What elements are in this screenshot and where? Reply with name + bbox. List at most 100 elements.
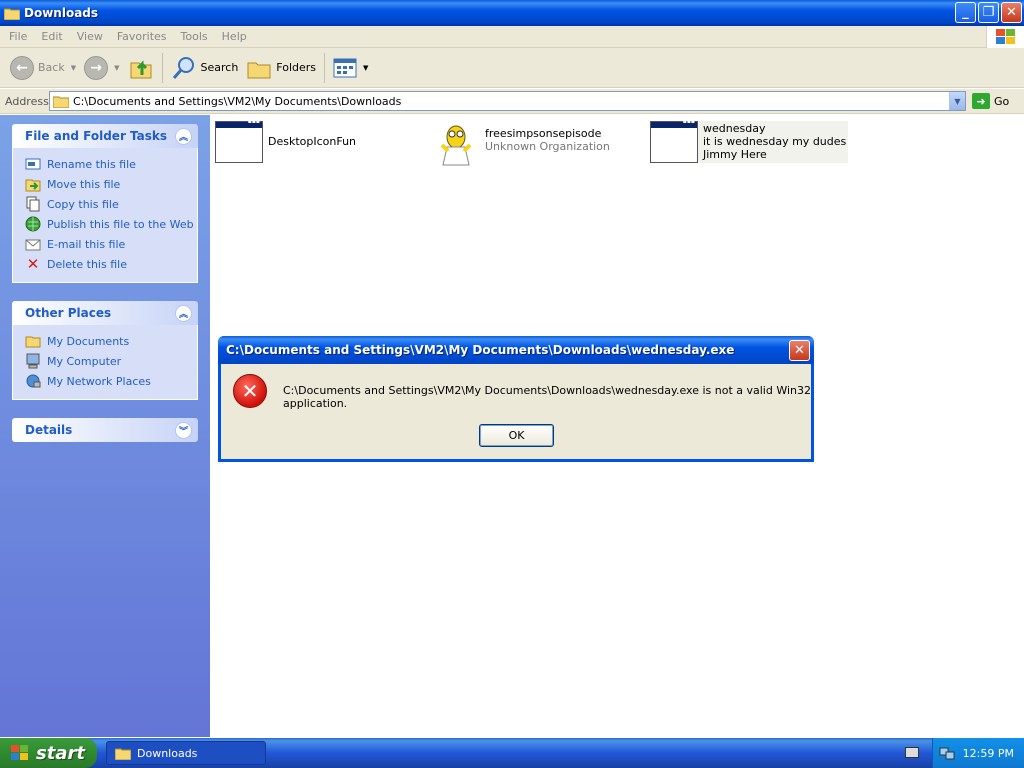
menu-favorites[interactable]: Favorites: [110, 30, 174, 43]
folder-icon: [4, 8, 20, 20]
menu-help[interactable]: Help: [215, 30, 254, 43]
place-my-network[interactable]: My Network Places: [25, 371, 197, 391]
window-title: Downloads: [24, 6, 99, 20]
copy-icon: [25, 196, 41, 212]
file-item[interactable]: freesimpsonsepisode Unknown Organization: [432, 123, 610, 167]
chevron-down-icon: ▼: [954, 96, 961, 106]
task-move[interactable]: Move this file: [25, 174, 197, 194]
task-delete[interactable]: ✕ Delete this file: [25, 254, 197, 274]
toolbar-separator: [161, 52, 163, 83]
task-email[interactable]: E-mail this file: [25, 234, 197, 254]
views-button[interactable]: ▼: [329, 51, 372, 85]
place-my-computer[interactable]: My Computer: [25, 351, 197, 371]
task-publish[interactable]: Publish this file to the Web: [25, 214, 197, 234]
other-places-panel: Other Places ︽ My Documents My Computer …: [12, 301, 198, 400]
panel-title: Details: [25, 423, 73, 437]
email-icon: [25, 236, 41, 252]
minimize-button[interactable]: _: [955, 2, 976, 23]
file-folder-tasks-header[interactable]: File and Folder Tasks ︽: [12, 124, 198, 148]
task-label: E-mail this file: [47, 237, 126, 251]
forward-button[interactable]: → ▼: [80, 51, 123, 85]
address-field[interactable]: C:\Documents and Settings\VM2\My Documen…: [49, 91, 966, 111]
keyboard-icon[interactable]: [905, 747, 919, 758]
minimize-icon: _: [962, 5, 969, 20]
dialog-message: C:\Documents and Settings\VM2\My Documen…: [283, 384, 811, 410]
folders-button[interactable]: Folders: [242, 51, 320, 85]
globe-icon: [25, 216, 41, 232]
dialog-close-button[interactable]: ✕: [789, 339, 810, 361]
close-button[interactable]: ✕: [1001, 2, 1022, 23]
back-arrow-icon: ←: [10, 55, 34, 80]
folders-icon: [247, 62, 271, 78]
file-company: Unknown Organization: [485, 140, 610, 153]
details-header[interactable]: Details ︾: [12, 418, 198, 442]
expand-icon[interactable]: ︾: [175, 421, 192, 439]
clock[interactable]: 12:59 PM: [963, 747, 1014, 760]
place-label: My Documents: [47, 334, 130, 348]
computer-icon: [25, 353, 41, 369]
toolbar-separator: [324, 52, 326, 83]
task-copy[interactable]: Copy this file: [25, 194, 197, 214]
taskbar: start Downloads 12:59 PM: [0, 738, 1024, 768]
collapse-icon[interactable]: ︽: [175, 304, 192, 322]
task-label: Delete this file: [47, 257, 127, 271]
homer-icon: [440, 125, 472, 166]
folders-label: Folders: [276, 61, 317, 74]
network-icon: [25, 373, 41, 389]
restore-button[interactable]: ❐: [978, 2, 999, 23]
menu-tools[interactable]: Tools: [174, 30, 215, 43]
task-label: Copy this file: [47, 197, 119, 211]
exe-window-icon: [650, 121, 698, 163]
menu-view[interactable]: View: [70, 30, 110, 43]
ok-button[interactable]: OK: [479, 424, 554, 447]
search-button[interactable]: Search: [167, 51, 243, 85]
go-label: Go: [994, 94, 1010, 108]
menu-bar: File Edit View Favorites Tools Help: [0, 26, 1024, 48]
exe-window-icon: [215, 121, 263, 163]
folder-icon: [25, 333, 41, 349]
network-tray-icon[interactable]: [939, 745, 955, 761]
taskbar-window-downloads[interactable]: Downloads: [106, 741, 266, 765]
address-bar: Address C:\Documents and Settings\VM2\My…: [0, 89, 1024, 114]
start-label: start: [36, 742, 85, 764]
panel-title: Other Places: [25, 306, 112, 320]
file-name: freesimpsonsepisode: [485, 127, 602, 140]
file-description: it is wednesday my dudes: [703, 135, 847, 148]
folder-icon: [115, 748, 131, 760]
chevron-down-icon: ▼: [114, 63, 120, 72]
file-name: wednesday: [703, 122, 766, 135]
start-button[interactable]: start: [0, 738, 97, 768]
address-value: C:\Documents and Settings\VM2\My Documen…: [73, 94, 402, 108]
delete-icon: ✕: [26, 255, 40, 273]
menu-file[interactable]: File: [2, 30, 34, 43]
file-folder-tasks-panel: File and Folder Tasks ︽ Rename this file…: [12, 124, 198, 283]
error-dialog: C:\Documents and Settings\VM2\My Documen…: [218, 336, 814, 462]
address-dropdown-button[interactable]: ▼: [949, 92, 965, 110]
place-label: My Computer: [47, 354, 122, 368]
collapse-icon[interactable]: ︽: [175, 127, 192, 145]
file-item-selected[interactable]: wednesday it is wednesday my dudes Jimmy…: [650, 121, 849, 163]
dialog-title: C:\Documents and Settings\VM2\My Documen…: [226, 343, 735, 357]
dialog-title-bar[interactable]: C:\Documents and Settings\VM2\My Documen…: [218, 336, 814, 364]
views-icon: [333, 58, 357, 77]
place-my-documents[interactable]: My Documents: [25, 331, 197, 351]
back-button[interactable]: ← Back ▼: [6, 51, 80, 85]
panel-title: File and Folder Tasks: [25, 129, 168, 143]
folder-icon: [53, 96, 69, 108]
other-places-header[interactable]: Other Places ︽: [12, 301, 198, 325]
task-label: Move this file: [47, 177, 121, 191]
place-label: My Network Places: [47, 374, 151, 388]
taskbar-window-label: Downloads: [137, 746, 198, 760]
go-button[interactable]: ➜ Go: [972, 93, 1009, 109]
system-tray: 12:59 PM: [932, 738, 1024, 768]
menu-edit[interactable]: Edit: [34, 30, 69, 43]
details-panel: Details ︾: [12, 418, 198, 442]
file-item[interactable]: DesktopIconFun: [215, 121, 356, 163]
task-label: Rename this file: [47, 157, 136, 171]
back-label: Back: [38, 61, 65, 74]
up-folder-button[interactable]: [124, 51, 158, 85]
title-bar[interactable]: Downloads _ ❐ ✕: [0, 0, 1024, 26]
close-icon: ✕: [794, 342, 805, 358]
chevron-down-icon: ▼: [363, 63, 369, 72]
task-rename[interactable]: Rename this file: [25, 154, 197, 174]
